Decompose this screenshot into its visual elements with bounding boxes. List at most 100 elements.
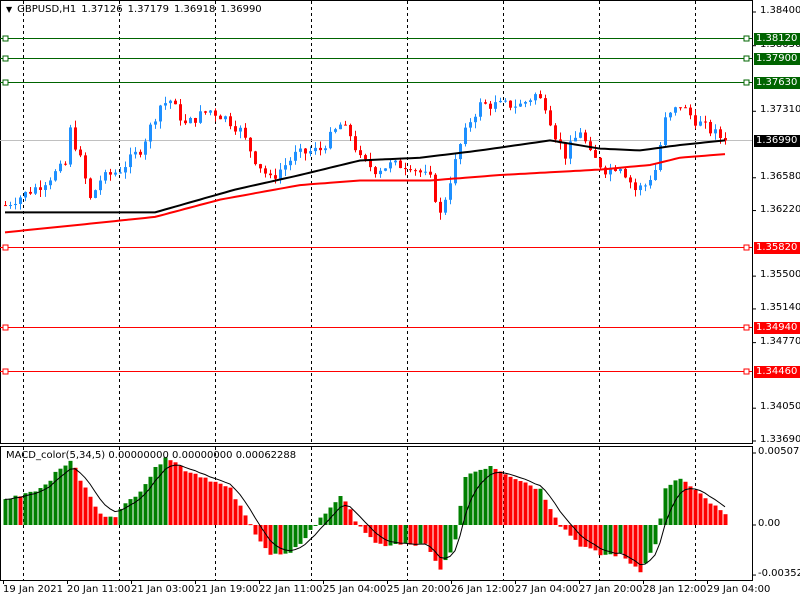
bull-candle: [69, 127, 72, 165]
bull-candle: [334, 129, 337, 132]
bull-candle: [379, 170, 382, 175]
chart-canvas[interactable]: [0, 0, 800, 600]
bear-candle: [29, 191, 32, 194]
bull-candle: [129, 154, 132, 168]
bull-candle: [449, 183, 452, 200]
bull-candle: [19, 197, 22, 204]
macd-histogram-bar: [648, 525, 653, 553]
macd-histogram-bar: [313, 525, 318, 526]
time-axis-label: 20 Jan 11:00: [67, 584, 131, 595]
macd-histogram-bar: [173, 462, 178, 525]
bear-candle: [564, 143, 567, 159]
time-axis-label: 19 Jan 2021: [3, 584, 63, 595]
macd-histogram-bar: [723, 514, 728, 525]
bull-candle: [639, 185, 642, 191]
bear-candle: [544, 98, 547, 111]
bull-candle: [664, 117, 667, 146]
bull-candle: [494, 102, 497, 109]
price-axis-label: 1.36580: [760, 170, 800, 182]
macd-histogram-bar: [183, 471, 188, 525]
bull-candle: [699, 121, 702, 126]
bear-candle: [434, 174, 437, 202]
macd-histogram-bar: [638, 525, 643, 573]
bear-candle: [214, 110, 217, 116]
bull-candle: [574, 137, 577, 142]
macd-histogram-bar: [533, 488, 538, 525]
bear-candle: [409, 169, 412, 171]
macd-histogram-bar: [343, 501, 348, 525]
symbol-label: GBPUSD,H1: [17, 4, 77, 15]
bear-candle: [139, 151, 142, 155]
bear-candle: [439, 201, 442, 213]
bull-candle: [314, 147, 317, 152]
time-axis-label: 21 Jan 03:00: [131, 584, 195, 595]
macd-histogram-bar: [198, 477, 203, 525]
macd-histogram-bar: [668, 484, 673, 525]
macd-histogram-bar: [413, 525, 418, 546]
bull-candle: [149, 124, 152, 142]
bull-candle: [499, 100, 502, 103]
macd-histogram-bar: [238, 505, 243, 525]
bear-candle: [249, 137, 252, 152]
bear-candle: [74, 127, 77, 150]
bear-candle: [274, 175, 277, 179]
bear-candle: [204, 111, 207, 113]
bull-candle: [464, 127, 467, 145]
macd-histogram-bar: [388, 525, 393, 546]
bear-candle: [219, 115, 222, 120]
macd-header: MACD_color(5,34,5) 0.00000000 0.00000000…: [6, 450, 296, 461]
macd-histogram-bar: [518, 481, 523, 525]
macd-histogram-bar: [493, 468, 498, 525]
macd-histogram-bar: [78, 480, 83, 525]
bull-candle: [674, 107, 677, 113]
level-price-tag: 1.35820: [754, 241, 800, 254]
macd-histogram-bar: [213, 481, 218, 525]
macd-value-3: 0.00062288: [235, 450, 297, 461]
macd-histogram-bar: [528, 485, 533, 525]
macd-histogram-bar: [293, 525, 298, 548]
macd-histogram-bar: [703, 498, 708, 525]
macd-histogram-bar: [438, 525, 443, 570]
bull-candle: [14, 203, 17, 206]
level-handle-right: [743, 368, 750, 375]
bull-candle: [339, 124, 342, 130]
macd-histogram-bar: [268, 525, 273, 555]
macd-histogram-bar: [128, 499, 133, 525]
macd-histogram-bar: [223, 486, 228, 525]
open-value: 1.37126: [81, 4, 123, 15]
level-price-tag: 1.38120: [754, 32, 800, 45]
bear-candle: [79, 149, 82, 156]
bull-candle: [199, 111, 202, 123]
level-handle-left: [2, 55, 9, 62]
bull-candle: [649, 179, 652, 186]
bear-candle: [679, 107, 682, 109]
bear-candle: [304, 148, 307, 154]
macd-histogram-bar: [623, 525, 628, 559]
macd-histogram-bar: [218, 483, 223, 525]
macd-histogram-bar: [308, 525, 313, 530]
macd-histogram-bar: [273, 525, 278, 554]
macd-histogram-bar: [13, 495, 18, 525]
bull-candle: [519, 103, 522, 107]
bear-candle: [709, 121, 712, 134]
bear-candle: [269, 173, 272, 176]
dropdown-triangle-icon[interactable]: ▼: [6, 5, 12, 14]
macd-histogram-bar: [398, 525, 403, 545]
macd-histogram-bar: [88, 496, 93, 525]
bull-candle: [654, 170, 657, 180]
time-axis-label: 27 Jan 20:00: [579, 584, 643, 595]
bull-candle: [514, 106, 517, 108]
price-axis-label: 1.36220: [760, 203, 800, 215]
bull-candle: [144, 141, 147, 155]
macd-histogram-bar: [598, 525, 603, 556]
bull-candle: [134, 151, 137, 155]
bull-candle: [294, 151, 297, 161]
close-value: 1.36990: [220, 4, 262, 15]
bear-candle: [624, 168, 627, 178]
price-axis-label: 1.35140: [760, 301, 800, 313]
bear-candle: [694, 115, 697, 126]
bull-candle: [49, 180, 52, 186]
macd-histogram-bar: [23, 493, 28, 525]
macd-histogram-bar: [713, 505, 718, 525]
bear-candle: [259, 164, 262, 169]
